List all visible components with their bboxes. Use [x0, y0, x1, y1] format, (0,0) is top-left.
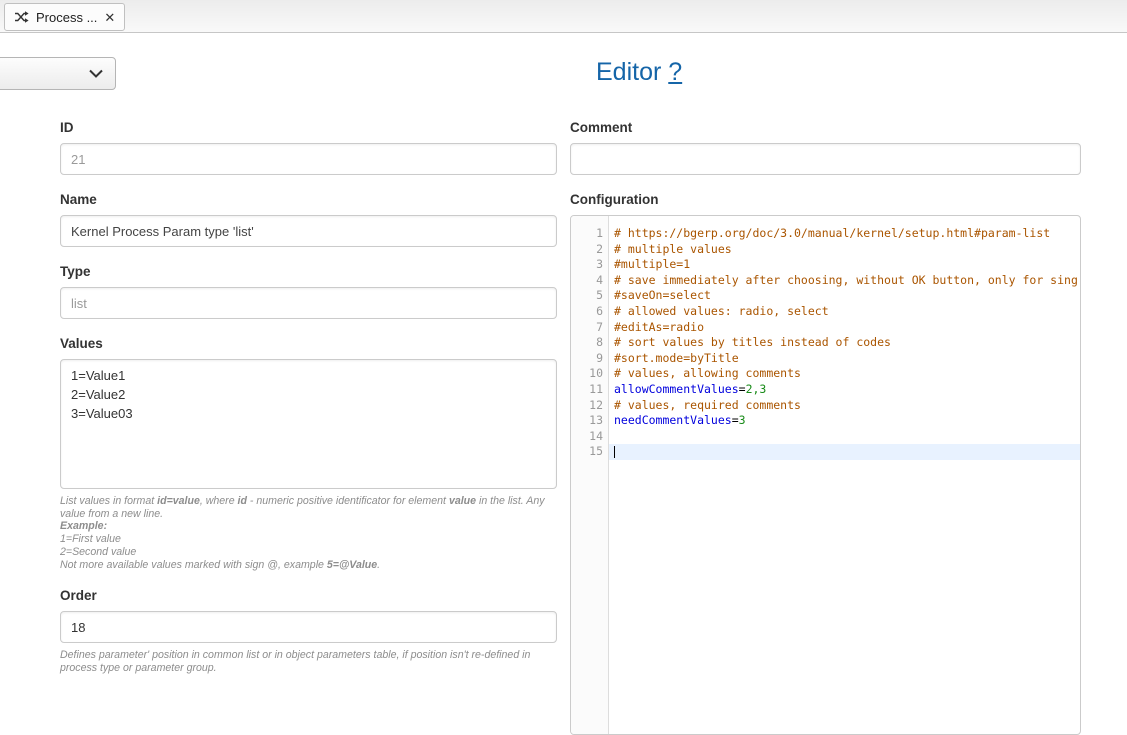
values-help-text: List values in format id=value, where id… — [60, 495, 557, 571]
code-token-comment: #sort.mode=byTitle — [614, 351, 739, 365]
line-number: 1 — [571, 226, 608, 242]
code-token-comment: # allowed values: radio, select — [614, 304, 829, 318]
code-line[interactable]: #saveOn=select — [609, 288, 1080, 304]
type-input — [60, 287, 557, 319]
order-input[interactable] — [60, 611, 557, 643]
form-right-column: Comment Configuration 123456789101112131… — [570, 120, 1081, 735]
code-token-value: 2,3 — [746, 382, 767, 396]
id-label: ID — [60, 120, 557, 135]
line-number: 14 — [571, 429, 608, 445]
field-values: Values 1=Value1 2=Value2 3=Value03 List … — [60, 336, 557, 571]
line-number: 6 — [571, 304, 608, 320]
code-token-comment: #saveOn=select — [614, 288, 711, 302]
configuration-label: Configuration — [570, 192, 1081, 207]
code-line[interactable]: #multiple=1 — [609, 257, 1080, 273]
code-token-key: needCommentValues — [614, 413, 732, 427]
code-token-plain: = — [739, 382, 746, 396]
page-title: Editor ? — [596, 58, 682, 87]
field-order: Order Defines parameter' position in com… — [60, 588, 557, 674]
field-comment: Comment — [570, 120, 1081, 175]
comment-label: Comment — [570, 120, 1081, 135]
line-number: 3 — [571, 257, 608, 273]
code-token-plain: = — [732, 413, 739, 427]
line-number: 7 — [571, 320, 608, 336]
code-token-comment: # sort values by titles instead of codes — [614, 335, 891, 349]
code-line[interactable]: # sort values by titles instead of codes — [609, 335, 1080, 351]
line-number: 11 — [571, 382, 608, 398]
code-token-value: 3 — [739, 413, 746, 427]
shuffle-icon — [14, 11, 29, 23]
help-link[interactable]: ? — [668, 58, 682, 86]
line-number: 8 — [571, 335, 608, 351]
line-number: 13 — [571, 413, 608, 429]
order-label: Order — [60, 588, 557, 603]
field-configuration: Configuration 123456789101112131415 # ht… — [570, 192, 1081, 735]
line-number: 2 — [571, 242, 608, 258]
field-type: Type — [60, 264, 557, 319]
line-number: 5 — [571, 288, 608, 304]
code-content-area[interactable]: # https://bgerp.org/doc/3.0/manual/kerne… — [609, 216, 1080, 734]
line-number: 10 — [571, 366, 608, 382]
comment-input[interactable] — [570, 143, 1081, 175]
code-line[interactable]: needCommentValues=3 — [609, 413, 1080, 429]
line-number: 12 — [571, 398, 608, 414]
configuration-code-editor[interactable]: 123456789101112131415 # https://bgerp.or… — [570, 215, 1081, 735]
code-line[interactable]: # allowed values: radio, select — [609, 304, 1080, 320]
code-token-comment: #editAs=radio — [614, 320, 704, 334]
id-input — [60, 143, 557, 175]
text-cursor — [614, 446, 615, 458]
line-number: 4 — [571, 273, 608, 289]
page-title-text: Editor — [596, 58, 661, 86]
code-line[interactable]: #sort.mode=byTitle — [609, 351, 1080, 367]
tab-close-icon[interactable]: ✕ — [104, 11, 115, 24]
values-textarea[interactable]: 1=Value1 2=Value2 3=Value03 — [60, 359, 557, 489]
code-line[interactable]: # values, allowing comments — [609, 366, 1080, 382]
tab-strip: Process ... ✕ — [0, 0, 1127, 33]
line-number: 9 — [571, 351, 608, 367]
code-line[interactable]: #editAs=radio — [609, 320, 1080, 336]
tab-process[interactable]: Process ... ✕ — [4, 3, 125, 31]
type-label: Type — [60, 264, 557, 279]
code-token-key: allowCommentValues — [614, 382, 739, 396]
form-left-column: ID Name Type Values 1=Value1 2=Value2 3=… — [60, 120, 557, 675]
name-label: Name — [60, 192, 557, 207]
code-line-number-gutter: 123456789101112131415 — [571, 216, 609, 734]
line-number: 15 — [571, 444, 608, 460]
code-line[interactable]: # values, required comments — [609, 398, 1080, 414]
code-line[interactable]: # https://bgerp.org/doc/3.0/manual/kerne… — [609, 226, 1080, 242]
name-input[interactable] — [60, 215, 557, 247]
code-token-comment: # values, allowing comments — [614, 366, 801, 380]
tab-label: Process ... — [36, 10, 97, 25]
code-line[interactable] — [609, 444, 1080, 460]
code-line[interactable]: # multiple values — [609, 242, 1080, 258]
code-line[interactable] — [609, 429, 1080, 445]
code-token-comment: # multiple values — [614, 242, 732, 256]
field-id: ID — [60, 120, 557, 175]
order-help-text: Defines parameter' position in common li… — [60, 649, 557, 674]
chevron-down-icon — [89, 69, 103, 78]
code-token-comment: # save immediately after choosing, witho… — [614, 273, 1078, 287]
code-token-comment: # values, required comments — [614, 398, 801, 412]
code-line[interactable]: allowCommentValues=2,3 — [609, 382, 1080, 398]
values-label: Values — [60, 336, 557, 351]
code-line[interactable]: # save immediately after choosing, witho… — [609, 273, 1080, 289]
toolbar-dropdown[interactable] — [0, 57, 116, 90]
field-name: Name — [60, 192, 557, 247]
code-token-comment: #multiple=1 — [614, 257, 690, 271]
code-token-comment: # https://bgerp.org/doc/3.0/manual/kerne… — [614, 226, 1050, 240]
